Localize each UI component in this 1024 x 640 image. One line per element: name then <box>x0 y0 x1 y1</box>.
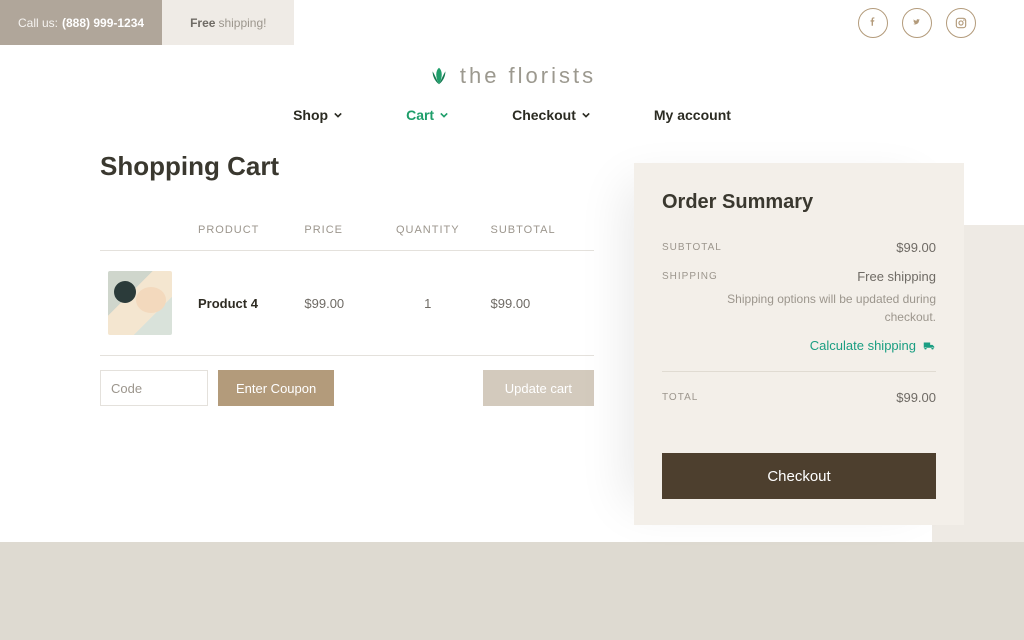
call-prefix: Call us: <box>18 16 58 30</box>
cart-table: PRODUCT PRICE QUANTITY SUBTOTAL Product … <box>100 224 594 356</box>
enter-coupon-button[interactable]: Enter Coupon <box>218 370 334 406</box>
twitter-icon[interactable] <box>902 8 932 38</box>
nav-cart[interactable]: Cart <box>406 107 448 123</box>
product-name[interactable]: Product 4 <box>190 251 296 356</box>
logo-icon <box>428 65 450 87</box>
coupon-input[interactable] <box>100 370 208 406</box>
facebook-icon[interactable] <box>858 8 888 38</box>
subtotal-label: SUBTOTAL <box>662 240 722 255</box>
total-value: $99.00 <box>896 390 936 405</box>
page-title: Shopping Cart <box>100 151 594 182</box>
shipping-note: Shipping options will be updated during … <box>718 290 936 326</box>
nav-account-label: My account <box>654 107 731 123</box>
col-subtotal: SUBTOTAL <box>483 224 594 251</box>
summary-shipping-row: SHIPPING Free shipping Shipping options … <box>662 269 936 353</box>
update-cart-button[interactable]: Update cart <box>483 370 594 406</box>
logo-row: the florists <box>0 45 1024 95</box>
ship-bold: Free <box>190 16 215 30</box>
nav-account[interactable]: My account <box>654 107 731 123</box>
calculate-shipping-link[interactable]: Calculate shipping <box>810 338 936 353</box>
chevron-down-icon <box>582 111 590 119</box>
phone-link[interactable]: (888) 999-1234 <box>62 16 144 30</box>
product-price: $99.00 <box>296 251 373 356</box>
instagram-icon[interactable] <box>946 8 976 38</box>
total-label: TOTAL <box>662 390 698 405</box>
nav-shop[interactable]: Shop <box>293 107 342 123</box>
nav-shop-label: Shop <box>293 107 328 123</box>
truck-icon <box>922 339 936 353</box>
top-bar: Call us: (888) 999-1234 Free shipping! <box>0 0 1024 45</box>
summary-subtotal-row: SUBTOTAL $99.00 <box>662 240 936 255</box>
table-row: Product 4 $99.00 1 $99.00 <box>100 251 594 356</box>
shipping-value: Free shipping <box>718 269 936 284</box>
calc-label: Calculate shipping <box>810 338 916 353</box>
brand-name: the florists <box>460 63 596 89</box>
main-nav: Shop Cart Checkout My account <box>0 95 1024 151</box>
product-subtotal: $99.00 <box>483 251 594 356</box>
page-body: Shopping Cart PRODUCT PRICE QUANTITY SUB… <box>0 151 1024 525</box>
cart-column: Shopping Cart PRODUCT PRICE QUANTITY SUB… <box>100 151 604 406</box>
chevron-down-icon <box>440 111 448 119</box>
nav-checkout[interactable]: Checkout <box>512 107 590 123</box>
order-summary: Order Summary SUBTOTAL $99.00 SHIPPING F… <box>634 163 964 525</box>
product-thumbnail[interactable] <box>108 271 172 335</box>
social-links <box>858 0 1024 45</box>
subtotal-value: $99.00 <box>896 240 936 255</box>
col-quantity: QUANTITY <box>373 224 482 251</box>
col-price: PRICE <box>296 224 373 251</box>
nav-cart-label: Cart <box>406 107 434 123</box>
shipping-label: SHIPPING <box>662 269 718 282</box>
call-us-block: Call us: (888) 999-1234 <box>0 0 162 45</box>
summary-title: Order Summary <box>662 191 936 214</box>
summary-total-row: TOTAL $99.00 <box>662 371 936 405</box>
nav-checkout-label: Checkout <box>512 107 576 123</box>
footer-strip <box>0 542 1024 640</box>
cart-actions: Enter Coupon Update cart <box>100 370 594 406</box>
ship-rest: shipping! <box>218 16 266 30</box>
checkout-button[interactable]: Checkout <box>662 453 936 499</box>
chevron-down-icon <box>334 111 342 119</box>
product-qty[interactable]: 1 <box>373 251 482 356</box>
col-product: PRODUCT <box>190 224 296 251</box>
brand-logo[interactable]: the florists <box>428 63 596 89</box>
free-shipping-block: Free shipping! <box>162 0 294 45</box>
